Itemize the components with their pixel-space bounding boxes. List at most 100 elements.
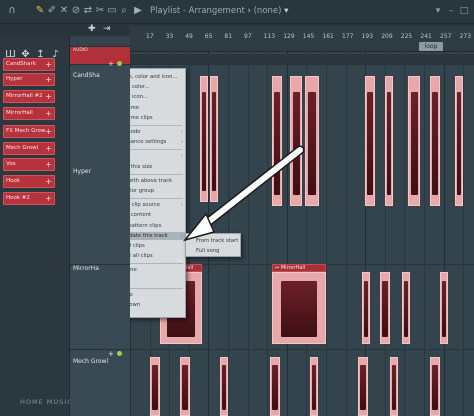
detach-icon[interactable]: ▾ — [433, 6, 443, 16]
add-clip-icon[interactable]: + — [45, 143, 52, 154]
plus-icon[interactable]: ✚ — [88, 24, 96, 34]
audio-clip[interactable] — [430, 76, 440, 206]
audio-clip[interactable] — [290, 76, 302, 206]
audio-clip[interactable] — [180, 357, 190, 416]
audio-clip[interactable] — [310, 357, 318, 416]
add-clip-icon[interactable]: + — [45, 59, 52, 70]
waveform — [363, 281, 369, 338]
picker-clip-label: Hook #2 — [6, 195, 30, 201]
audio-clip[interactable] — [408, 76, 420, 206]
picker-clip-label: Hyper — [6, 76, 23, 82]
track-add-icon[interactable]: + — [108, 350, 114, 358]
add-clip-icon[interactable]: + — [45, 74, 52, 85]
picker-clip-label: MirrorHall — [6, 110, 33, 116]
waveform — [432, 364, 438, 411]
audio-clip[interactable] — [390, 357, 398, 416]
delete-icon[interactable]: ✕ — [58, 5, 70, 17]
loop-marker[interactable]: loop — [419, 42, 443, 51]
active-track-label: AUDIO — [73, 48, 88, 53]
waveform — [182, 364, 188, 411]
waveform — [410, 92, 418, 195]
waveform — [382, 281, 388, 338]
waveform — [456, 92, 462, 195]
waveform — [432, 92, 438, 195]
track-add-icon[interactable]: + — [108, 60, 114, 68]
picker-clip-item[interactable]: FX Mech Grow + — [3, 125, 55, 138]
maximize-icon[interactable]: □ — [459, 6, 469, 16]
audio-clip[interactable] — [210, 76, 218, 202]
submenu-arrow-icon: › — [181, 232, 183, 239]
ruler-tick-label: 257 — [440, 33, 452, 40]
submenu-arrow-icon: › — [181, 139, 183, 146]
track-led-icon[interactable] — [117, 61, 122, 66]
scroll-icon[interactable]: ⇥ — [103, 24, 111, 34]
ruler-tick-label: 177 — [342, 33, 354, 40]
picker-clip-item[interactable]: Hook + — [3, 175, 55, 188]
zoom-icon[interactable]: ⌕ — [118, 5, 130, 17]
audio-clip[interactable] — [358, 357, 368, 416]
beat-gridline — [443, 52, 445, 416]
audio-clip[interactable] — [272, 272, 326, 344]
waveform — [441, 281, 447, 338]
picker-clip-label: FX Mech Grow — [6, 128, 46, 134]
clip-label[interactable]: ↔ MirrorHall — [272, 264, 326, 272]
add-clip-icon[interactable]: + — [45, 108, 52, 119]
ruler-tick-label: 81 — [224, 33, 233, 40]
pencil-icon[interactable]: ✎ — [34, 5, 46, 17]
picker-clip-item[interactable]: Hyper + — [3, 73, 55, 86]
picker-clip-item[interactable]: MirrorHall + — [3, 107, 55, 120]
beat-gridline — [424, 52, 425, 416]
picker-clip-label: CandShark — [6, 61, 36, 67]
playlist-title: Playlist - Arrangement › (none) ▾ — [150, 6, 289, 16]
add-clip-icon[interactable]: + — [45, 91, 52, 102]
audio-clip[interactable] — [365, 76, 375, 206]
audio-clip[interactable] — [270, 357, 280, 416]
minimize-icon[interactable]: – — [446, 6, 456, 16]
mute-icon[interactable]: ⊘ — [70, 5, 82, 17]
audio-clip[interactable] — [402, 272, 410, 344]
audio-clip[interactable] — [150, 357, 160, 416]
beat-gridline — [326, 52, 327, 416]
picker-clip-item[interactable]: MirrorHall #2 + — [3, 90, 55, 103]
select-icon[interactable]: ▭ — [106, 5, 118, 17]
audio-clip[interactable] — [430, 357, 440, 416]
picker-clip-item[interactable]: CandShark + — [3, 58, 55, 71]
submenu-arrow-icon: › — [181, 153, 183, 160]
waveform — [391, 364, 397, 411]
track-header[interactable] — [70, 64, 130, 264]
beat-gridline — [404, 52, 406, 416]
playlist-window: ∩ ✎ ✐ ✕ ⊘ ⇄ ✂ ▭ ⌕ ▶ Playlist - Arrangeme… — [0, 0, 474, 416]
audio-clip[interactable] — [220, 357, 228, 416]
add-clip-icon[interactable]: + — [45, 193, 52, 204]
audio-clip[interactable] — [305, 76, 319, 206]
picker-clip-item[interactable]: Mech Growl + — [3, 142, 55, 155]
audio-clip[interactable] — [272, 76, 282, 206]
add-clip-icon[interactable]: + — [45, 159, 52, 170]
picker-tools: Ш ✥ ↥ ♪ — [4, 42, 66, 60]
audio-clip[interactable] — [440, 272, 448, 344]
add-clip-icon[interactable]: + — [45, 176, 52, 187]
audio-clip[interactable] — [362, 272, 370, 344]
audio-clip[interactable] — [200, 76, 208, 202]
add-clip-icon[interactable]: + — [45, 126, 52, 137]
picker-clip-item[interactable]: Vox + — [3, 158, 55, 171]
magnet-icon[interactable]: ∩ — [6, 5, 18, 17]
audio-clip[interactable] — [380, 272, 390, 344]
ruler-tick-label: 225 — [400, 33, 413, 40]
slip-icon[interactable]: ⇄ — [82, 5, 94, 17]
paint-icon[interactable]: ✐ — [46, 5, 58, 17]
track-header[interactable] — [70, 264, 130, 349]
beat-gridline — [267, 52, 269, 416]
ruler-tick-label: 145 — [302, 33, 315, 40]
audio-clip[interactable] — [385, 76, 393, 206]
submenu-item[interactable]: Full song — [196, 247, 240, 255]
submenu-item[interactable]: From track start — [196, 237, 240, 245]
track-led-icon[interactable] — [117, 351, 122, 356]
picker-clip-item[interactable]: Hook #2 + — [3, 192, 55, 205]
audio-clip[interactable] — [455, 76, 463, 206]
play-icon[interactable]: ▶ — [132, 5, 144, 17]
slice-icon[interactable]: ✂ — [94, 5, 106, 17]
ruler-tick-label: 273 — [459, 33, 472, 40]
waveform — [403, 281, 409, 338]
picker-clip-label: MirrorHall #2 — [6, 93, 43, 99]
